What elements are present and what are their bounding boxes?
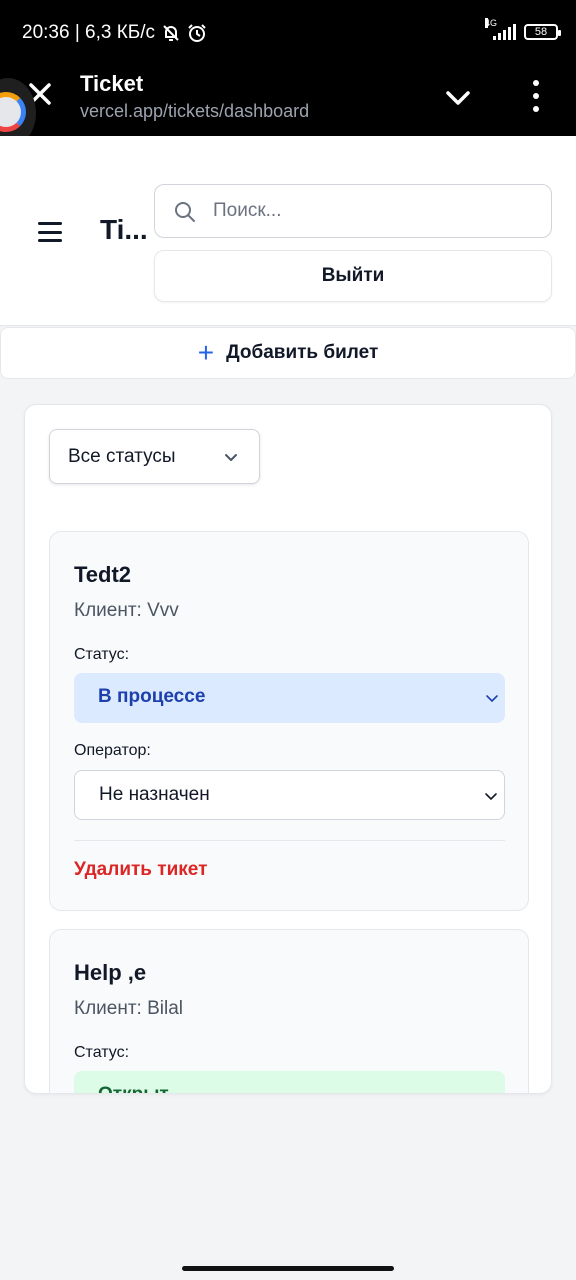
ticket-client: Клиент: Vvv bbox=[74, 600, 179, 621]
menu-icon[interactable] bbox=[38, 222, 62, 242]
search-box[interactable] bbox=[154, 184, 552, 238]
browser-page-title: Ticket bbox=[80, 71, 144, 96]
plus-icon: + bbox=[197, 337, 215, 368]
ticket-card: Help ,e Клиент: Bilal Статус: Открыт bbox=[49, 929, 529, 1094]
battery-level: 58 bbox=[534, 26, 548, 38]
ticket-client: Клиент: Bilal bbox=[74, 998, 183, 1019]
ticket-title: Tedt2 bbox=[74, 562, 132, 587]
status-filter-value: Все статусы bbox=[68, 446, 176, 467]
home-indicator[interactable] bbox=[182, 1266, 394, 1271]
ticket-status-select[interactable]: В процессе bbox=[74, 673, 505, 723]
app-title: Ti... bbox=[100, 214, 148, 245]
ticket-status-value: В процессе bbox=[98, 686, 206, 707]
status-label: Статус: bbox=[74, 646, 130, 663]
operator-label: Оператор: bbox=[74, 742, 151, 759]
chevron-down-icon bbox=[485, 1090, 499, 1094]
ticket-card: Tedt2 Клиент: Vvv Статус: В процессе Опе… bbox=[49, 531, 529, 911]
chevron-down-icon bbox=[486, 695, 498, 703]
browser-toolbar: Ticket vercel.app/tickets/dashboard bbox=[0, 62, 576, 136]
add-ticket-button[interactable]: + Добавить билет bbox=[0, 327, 576, 379]
tickets-panel[interactable]: Все статусы Tedt2 Клиент: Vvv Статус: В … bbox=[24, 404, 552, 1094]
ticket-operator-select[interactable]: Не назначен bbox=[74, 770, 505, 820]
status-filter-select[interactable]: Все статусы bbox=[49, 429, 260, 484]
ticket-operator-value: Не назначен bbox=[99, 784, 210, 805]
time-speed-text: 20:36 | 6,3 КБ/с bbox=[22, 22, 156, 43]
card-divider bbox=[74, 840, 505, 841]
chevron-down-icon bbox=[485, 793, 497, 801]
alarm-icon bbox=[188, 24, 206, 42]
delete-ticket-button[interactable]: Удалить тикет bbox=[74, 859, 207, 881]
ticket-status-value: Открыт bbox=[98, 1084, 169, 1093]
chevron-down-icon bbox=[225, 454, 237, 461]
ticket-title: Help ,e bbox=[74, 960, 147, 985]
more-vert-icon[interactable] bbox=[528, 80, 544, 112]
search-input[interactable] bbox=[213, 195, 533, 227]
search-icon bbox=[175, 202, 195, 222]
status-time: 20:36 | 6,3 КБ/с bbox=[22, 22, 207, 44]
bell-off-icon bbox=[163, 25, 179, 41]
status-indicators: 4G 58 bbox=[485, 18, 561, 40]
signal-icon: 4G bbox=[485, 18, 516, 40]
network-type: 4G bbox=[485, 18, 498, 28]
battery-icon: 58 bbox=[524, 24, 561, 40]
system-status-bar: 20:36 | 6,3 КБ/с 4G 58 bbox=[0, 0, 576, 62]
app-header: Ti... Выйти bbox=[0, 136, 576, 326]
add-ticket-label: Добавить билет bbox=[226, 342, 379, 363]
status-label: Статус: bbox=[74, 1044, 130, 1061]
browser-url[interactable]: vercel.app/tickets/dashboard bbox=[80, 101, 309, 122]
ticket-status-select[interactable]: Открыт bbox=[74, 1071, 505, 1094]
chevron-down-icon[interactable] bbox=[444, 84, 472, 112]
logout-button[interactable]: Выйти bbox=[154, 250, 552, 302]
